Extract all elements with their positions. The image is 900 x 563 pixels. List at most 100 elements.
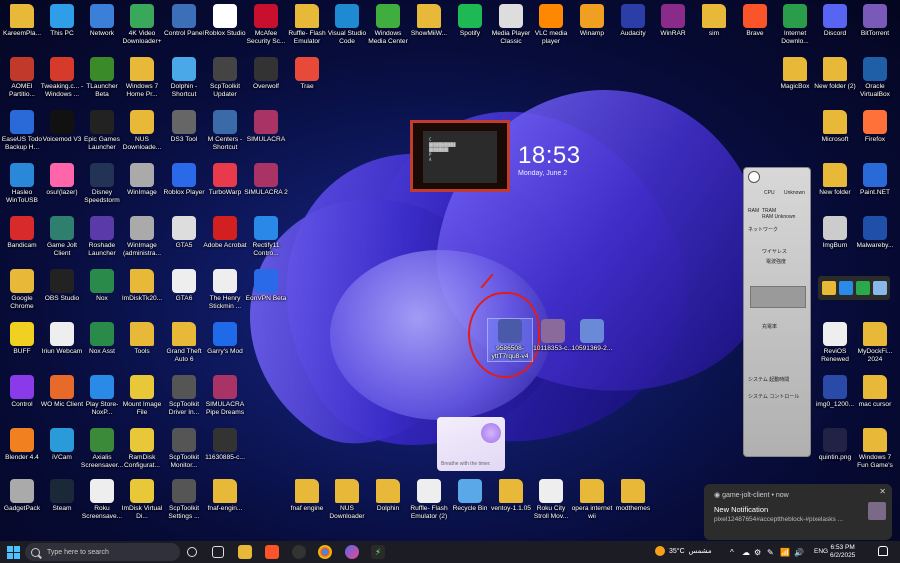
desktop-icon[interactable]: Firefox: [853, 110, 897, 144]
desktop-icon[interactable]: Brave: [733, 4, 777, 38]
desktop-icon[interactable]: Tweaking.c... - Windows ...: [40, 57, 84, 99]
desktop-icon[interactable]: opera internet wii: [570, 479, 614, 521]
chevron-up-icon[interactable]: ^: [730, 548, 734, 557]
desktop-icon[interactable]: ImgBurn: [813, 216, 857, 250]
app-icon[interactable]: ⚡: [371, 545, 385, 559]
desktop-icon[interactable]: Nox Asst: [80, 322, 124, 356]
desktop-icon[interactable]: SIMULACRA Pipe Dreams: [203, 375, 247, 417]
desktop-icon[interactable]: WinImage: [120, 163, 164, 197]
desktop-icon[interactable]: Adobe Acrobat: [203, 216, 247, 250]
app-icon[interactable]: [839, 281, 853, 295]
desktop-icon[interactable]: Dolphin: [366, 479, 410, 513]
desktop-icon[interactable]: Play Store-NoxP...: [80, 375, 124, 417]
desktop-icon[interactable]: Ruffle- Flash Emulator: [285, 4, 329, 46]
desktop-icon[interactable]: Oracle VirtualBox: [853, 57, 897, 99]
brave-icon[interactable]: [265, 545, 279, 559]
desktop-icon[interactable]: New folder (2): [813, 57, 857, 91]
desktop-icon[interactable]: MyDockFi... 2024: [853, 322, 897, 364]
close-icon[interactable]: ✕: [879, 487, 886, 496]
desktop-icon[interactable]: Roku Screensave...: [80, 479, 124, 521]
desktop-icon[interactable]: img0_1200...: [813, 375, 857, 409]
desktop-icon[interactable]: TLauncher Beta: [80, 57, 124, 99]
desktop-icon[interactable]: SIMULACRA 2: [244, 163, 288, 197]
desktop-icon[interactable]: fnaf-engin...: [203, 479, 247, 513]
language-indicator[interactable]: ENG: [814, 548, 828, 555]
desktop-icon[interactable]: ImDisk Virtual Di...: [120, 479, 164, 521]
desktop-icon[interactable]: Iriun Webcam: [40, 322, 84, 356]
system-monitor-gadget[interactable]: CPU Unknown RAM TRAM RAM Unknown ネットワーク …: [743, 167, 811, 457]
desktop-icon[interactable]: Roblox Studio: [203, 4, 247, 38]
desktop-icon[interactable]: osu!(lazer): [40, 163, 84, 197]
task-view-icon[interactable]: [187, 547, 197, 557]
desktop-icon[interactable]: sim: [692, 4, 736, 38]
desktop-icon[interactable]: BitTorrent: [853, 4, 897, 38]
pen-icon[interactable]: ✎: [767, 548, 774, 557]
desktop-icon[interactable]: GTA5: [162, 216, 206, 250]
wifi-icon[interactable]: 📶: [780, 548, 790, 557]
notification-toast[interactable]: ◉ game-jolt-client • now ✕ New Notificat…: [704, 484, 892, 540]
volume-icon[interactable]: 🔊: [794, 548, 804, 557]
desktop-icon[interactable]: ScpToolkit Updater: [203, 57, 247, 99]
desktop-icon[interactable]: Recycle Bin: [448, 479, 492, 513]
image-file[interactable]: 10118353-c...: [531, 319, 575, 353]
game-window-preview[interactable]: C ▓▓▓▓▓▓▓▓▓▓▓ ▓▓▓▓▓▓▓▓ P A: [410, 120, 510, 192]
desktop-icon[interactable]: ShowMiiW...: [407, 4, 451, 38]
desktop-icon[interactable]: Malwareby...: [853, 216, 897, 250]
desktop-icon[interactable]: Audacity: [611, 4, 655, 38]
desktop-icon[interactable]: Visual Studio Code: [325, 4, 369, 46]
desktop-icon[interactable]: modthemes: [611, 479, 655, 513]
widgets-icon[interactable]: [212, 546, 224, 558]
desktop-icon[interactable]: OBS Studio: [40, 269, 84, 303]
desktop-icon[interactable]: Game Jolt Client: [40, 216, 84, 258]
desktop-icon[interactable]: ScpToolkit Monitor...: [162, 428, 206, 470]
desktop-icon[interactable]: AOMEI Partitio...: [0, 57, 44, 99]
desktop-icon[interactable]: McAfee Security Sc...: [244, 4, 288, 46]
image-file[interactable]: 9586508-yttT7rqu8-v4: [487, 318, 533, 362]
desktop-icon[interactable]: Garry's Mod: [203, 322, 247, 356]
desktop-icon[interactable]: Blender 4.4: [0, 428, 44, 462]
desktop-icon[interactable]: This PC: [40, 4, 84, 38]
desktop-icon[interactable]: Hasleo WinToUSB: [0, 163, 44, 205]
desktop-icon[interactable]: BUFF: [0, 322, 44, 356]
weather-widget[interactable]: 35°C مشمس: [655, 546, 712, 556]
desktop-icon[interactable]: Media Player Classic: [489, 4, 533, 46]
desktop-icon[interactable]: Roku City Stroll Mov...: [529, 479, 573, 521]
desktop-icon[interactable]: Roshade Launcher: [80, 216, 124, 258]
desktop-icon[interactable]: TurboWarp: [203, 163, 247, 197]
desktop-icon[interactable]: Mount Image File: [120, 375, 164, 417]
desktop-icon[interactable]: EonVPN Beta: [244, 269, 288, 303]
desktop-icon[interactable]: GadgetPack: [0, 479, 44, 513]
desktop-icon[interactable]: The Henry Stickmin ...: [203, 269, 247, 311]
notification-bell-icon[interactable]: [878, 546, 888, 556]
app-icon[interactable]: [292, 545, 306, 559]
chrome-icon[interactable]: [318, 545, 332, 559]
desktop-icon[interactable]: mac cursor: [853, 375, 897, 409]
app-icon[interactable]: [873, 281, 887, 295]
desktop-icon[interactable]: Google Chrome: [0, 269, 44, 311]
desktop-icon[interactable]: Dolphin - Shortcut: [162, 57, 206, 99]
desktop-icon[interactable]: ReviOS Renewed: [813, 322, 857, 364]
desktop-icon[interactable]: WO Mic Client: [40, 375, 84, 409]
desktop-icon[interactable]: EaseUS Todo Backup H...: [0, 110, 44, 152]
desktop-icon[interactable]: M Centers - Shortcut: [203, 110, 247, 152]
breathe-widget[interactable]: Breathe with the timer.: [437, 417, 505, 471]
image-file[interactable]: 10591369-2...: [570, 319, 614, 353]
desktop-icon[interactable]: RamDisk Configurat...: [120, 428, 164, 470]
file-explorer-icon[interactable]: [238, 545, 252, 559]
app-icon[interactable]: [345, 545, 359, 559]
desktop-icon[interactable]: Windows 7 Home Pr...: [120, 57, 164, 99]
desktop-icon[interactable]: Roblox Player: [162, 163, 206, 197]
desktop-icon[interactable]: Control Panel: [162, 4, 206, 38]
desktop-icon[interactable]: Steam: [40, 479, 84, 513]
desktop-icon[interactable]: Nox: [80, 269, 124, 303]
desktop-icon[interactable]: ImDiskTk20...: [120, 269, 164, 303]
desktop-icon[interactable]: ventoy-1.1.05: [489, 479, 533, 513]
desktop-icon[interactable]: iVCam: [40, 428, 84, 462]
desktop-icon[interactable]: Disney Speedstorm: [80, 163, 124, 205]
desktop-icon[interactable]: fnaf engine: [285, 479, 329, 513]
desktop-icon[interactable]: Network: [80, 4, 124, 38]
desktop-icon[interactable]: 4K Video Downloader+: [120, 4, 164, 46]
desktop-icon[interactable]: 11630885-c...: [203, 428, 247, 462]
desktop-icon[interactable]: Overwolf: [244, 57, 288, 91]
edge-icon[interactable]: [856, 281, 870, 295]
